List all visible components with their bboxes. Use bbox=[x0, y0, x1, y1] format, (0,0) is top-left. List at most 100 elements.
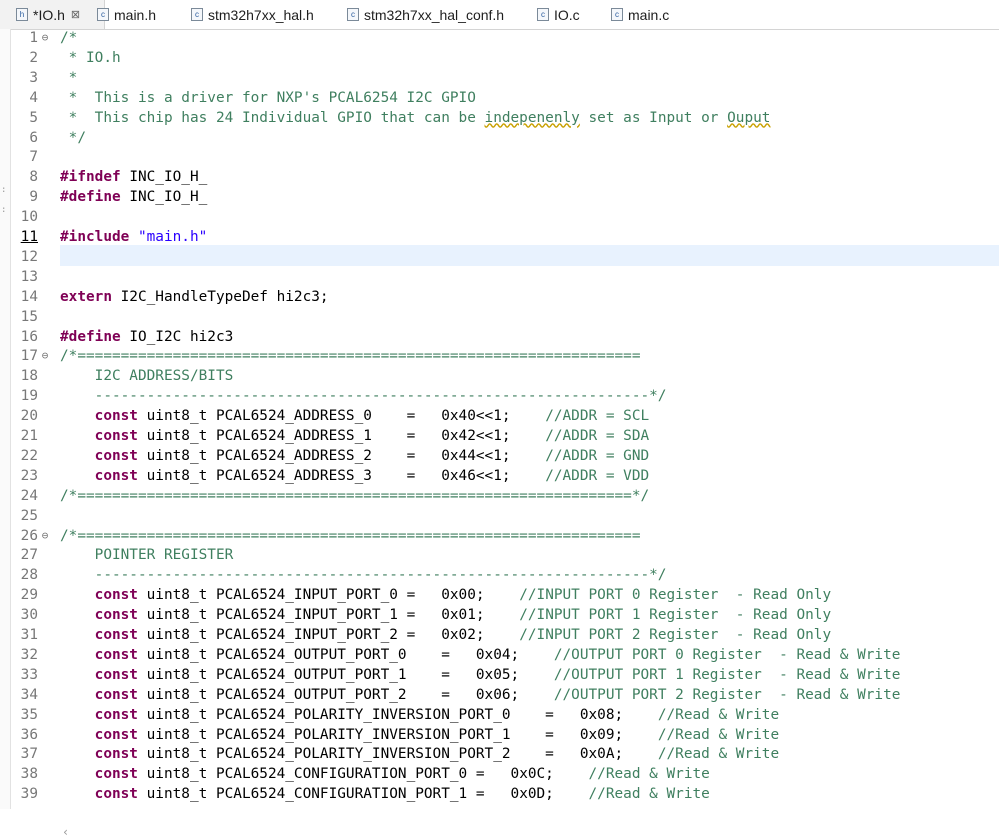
code-line[interactable]: const uint8_t PCAL6524_INPUT_PORT_0 = 0x… bbox=[60, 585, 831, 605]
line-number: 27 bbox=[20, 547, 38, 564]
code-editor[interactable]: : : 1 ⊖/* 2 * IO.h 3 * 4 * This is a driver … bbox=[0, 28, 999, 839]
tab-io-c[interactable]: c IO.c bbox=[537, 0, 580, 29]
code-line[interactable]: const uint8_t PCAL6524_POLARITY_INVERSIO… bbox=[60, 744, 779, 764]
line-number: 12 bbox=[20, 248, 38, 265]
code-token: uint8_t PCAL6524_OUTPUT_PORT_2 = 0x06; bbox=[137, 686, 554, 703]
tab-label: main.c bbox=[628, 6, 670, 23]
line-number: 4 bbox=[29, 89, 38, 106]
current-line-highlight bbox=[60, 245, 999, 266]
code-token: indepenenly bbox=[484, 109, 580, 126]
line-number: 20 bbox=[20, 408, 38, 425]
code-token: INC_IO_H_ bbox=[120, 169, 208, 186]
c-file-icon: c bbox=[347, 8, 359, 21]
code-line[interactable]: */ bbox=[60, 128, 86, 148]
code-token: const bbox=[94, 408, 138, 425]
code-line[interactable]: ----------------------------------------… bbox=[60, 386, 667, 406]
tab-main-c[interactable]: c main.c bbox=[611, 0, 669, 29]
tab-label: IO.c bbox=[554, 6, 580, 23]
code-token: * This chip has 24 Individual GPIO that … bbox=[60, 109, 485, 126]
fold-toggle-icon[interactable]: ⊖ bbox=[39, 526, 51, 546]
line-number: 34 bbox=[20, 686, 38, 703]
code-line[interactable]: * This chip has 24 Individual GPIO that … bbox=[60, 108, 771, 128]
code-token: uint8_t PCAL6524_ADDRESS_0 = 0x40<<1; bbox=[137, 408, 546, 425]
code-line[interactable]: /*======================================… bbox=[60, 486, 649, 506]
code-line[interactable]: extern I2C_HandleTypeDef hi2c3; bbox=[60, 287, 329, 307]
editor-tab-bar: h *IO.h ⊠ c main.h c stm32h7xx_hal.h c s… bbox=[0, 0, 999, 30]
code-line[interactable]: const uint8_t PCAL6524_INPUT_PORT_2 = 0x… bbox=[60, 625, 831, 645]
code-line[interactable]: const uint8_t PCAL6524_CONFIGURATION_POR… bbox=[60, 784, 710, 804]
line-number: 14 bbox=[20, 288, 38, 305]
code-line[interactable]: POINTER REGISTER bbox=[60, 545, 234, 565]
c-file-icon: c bbox=[537, 8, 549, 21]
code-line[interactable]: ----------------------------------------… bbox=[60, 565, 667, 585]
code-token: uint8_t PCAL6524_INPUT_PORT_2 = 0x02; bbox=[137, 627, 520, 643]
scroll-left-icon[interactable]: ‹ bbox=[62, 825, 69, 839]
code-line[interactable]: * IO.h bbox=[60, 48, 121, 68]
code-line[interactable]: I2C ADDRESS/BITS bbox=[60, 366, 234, 386]
code-token: I2C ADDRESS/BITS bbox=[60, 368, 234, 385]
code-line[interactable]: #define INC_IO_H_ bbox=[60, 187, 207, 207]
code-line[interactable]: const uint8_t PCAL6524_ADDRESS_1 = 0x42<… bbox=[60, 426, 650, 446]
code-line[interactable]: * bbox=[60, 68, 78, 88]
code-token: const bbox=[94, 646, 138, 663]
code-token: const bbox=[94, 467, 138, 484]
fold-toggle-icon[interactable]: ⊖ bbox=[39, 346, 51, 366]
line-number: 2 bbox=[29, 49, 38, 66]
code-line[interactable]: const uint8_t PCAL6524_OUTPUT_PORT_2 = 0… bbox=[60, 685, 901, 705]
code-line[interactable]: /*======================================… bbox=[60, 346, 640, 366]
code-line[interactable]: /*======================================… bbox=[60, 526, 640, 546]
header-file-icon: h bbox=[16, 8, 28, 21]
code-line[interactable]: #include "main.h" bbox=[60, 227, 207, 247]
code-token: //INPUT PORT 0 Register - Read Only bbox=[519, 587, 832, 604]
code-line[interactable]: const uint8_t PCAL6524_INPUT_PORT_1 = 0x… bbox=[60, 605, 831, 625]
code-line[interactable]: const uint8_t PCAL6524_POLARITY_INVERSIO… bbox=[60, 705, 779, 725]
line-number: 13 bbox=[20, 268, 38, 285]
tab-main-h[interactable]: c main.h bbox=[97, 0, 156, 29]
line-number: 25 bbox=[20, 507, 38, 524]
code-token: #define bbox=[60, 328, 121, 345]
line-number: 37 bbox=[20, 746, 38, 763]
close-tab-icon[interactable]: ⊠ bbox=[71, 8, 80, 21]
code-line[interactable]: #ifndef INC_IO_H_ bbox=[60, 167, 207, 187]
c-file-icon: c bbox=[97, 8, 109, 21]
code-token: const bbox=[94, 726, 138, 743]
line-number: 1 bbox=[29, 30, 38, 46]
code-line[interactable]: const uint8_t PCAL6524_POLARITY_INVERSIO… bbox=[60, 725, 779, 745]
tab-stm32h7xx-hal-conf-h[interactable]: c stm32h7xx_hal_conf.h bbox=[347, 0, 504, 29]
code-token: I2C_HandleTypeDef hi2c3; bbox=[111, 288, 329, 305]
code-token: ----------------------------------------… bbox=[60, 567, 667, 584]
code-line[interactable]: * This is a driver for NXP's PCAL6254 I2… bbox=[60, 88, 476, 108]
code-token: /*======================================… bbox=[60, 348, 641, 365]
tab-stm32h7xx-hal-h[interactable]: c stm32h7xx_hal.h bbox=[191, 0, 314, 29]
line-number: 35 bbox=[20, 706, 38, 723]
code-line[interactable]: const uint8_t PCAL6524_ADDRESS_0 = 0x40<… bbox=[60, 406, 650, 426]
tab-io-h[interactable]: h *IO.h ⊠ bbox=[0, 0, 105, 29]
line-number: 29 bbox=[20, 587, 38, 604]
line-number: 30 bbox=[20, 607, 38, 624]
code-line[interactable]: const uint8_t PCAL6524_OUTPUT_PORT_0 = 0… bbox=[60, 645, 901, 665]
code-token: uint8_t PCAL6524_ADDRESS_2 = 0x44<<1; bbox=[137, 447, 546, 464]
line-number: 15 bbox=[20, 308, 38, 325]
code-line[interactable]: const uint8_t PCAL6524_ADDRESS_2 = 0x44<… bbox=[60, 446, 650, 466]
code-line[interactable]: const uint8_t PCAL6524_ADDRESS_3 = 0x46<… bbox=[60, 466, 650, 486]
code-token: const bbox=[94, 766, 138, 783]
line-number: 22 bbox=[20, 447, 38, 464]
code-token: #ifndef bbox=[60, 169, 121, 186]
code-token: const bbox=[94, 587, 138, 604]
code-line[interactable]: const uint8_t PCAL6524_CONFIGURATION_POR… bbox=[60, 764, 710, 784]
line-number: 17 bbox=[20, 348, 38, 365]
code-token: ----------------------------------------… bbox=[60, 388, 667, 405]
code-token: * This is a driver for NXP's PCAL6254 I2… bbox=[60, 89, 476, 106]
tab-label: stm32h7xx_hal.h bbox=[208, 6, 314, 23]
code-token: uint8_t PCAL6524_OUTPUT_PORT_1 = 0x05; bbox=[137, 666, 554, 683]
code-line[interactable]: #define IO_I2C hi2c3 bbox=[60, 327, 233, 347]
code-token: //ADDR = SCL bbox=[545, 408, 650, 425]
code-token: Ouput bbox=[727, 109, 771, 126]
code-line[interactable]: const uint8_t PCAL6524_OUTPUT_PORT_1 = 0… bbox=[60, 665, 901, 685]
code-token: IO_I2C hi2c3 bbox=[120, 328, 234, 345]
code-line[interactable]: /* bbox=[60, 28, 77, 48]
fold-toggle-icon[interactable]: ⊖ bbox=[39, 28, 51, 48]
